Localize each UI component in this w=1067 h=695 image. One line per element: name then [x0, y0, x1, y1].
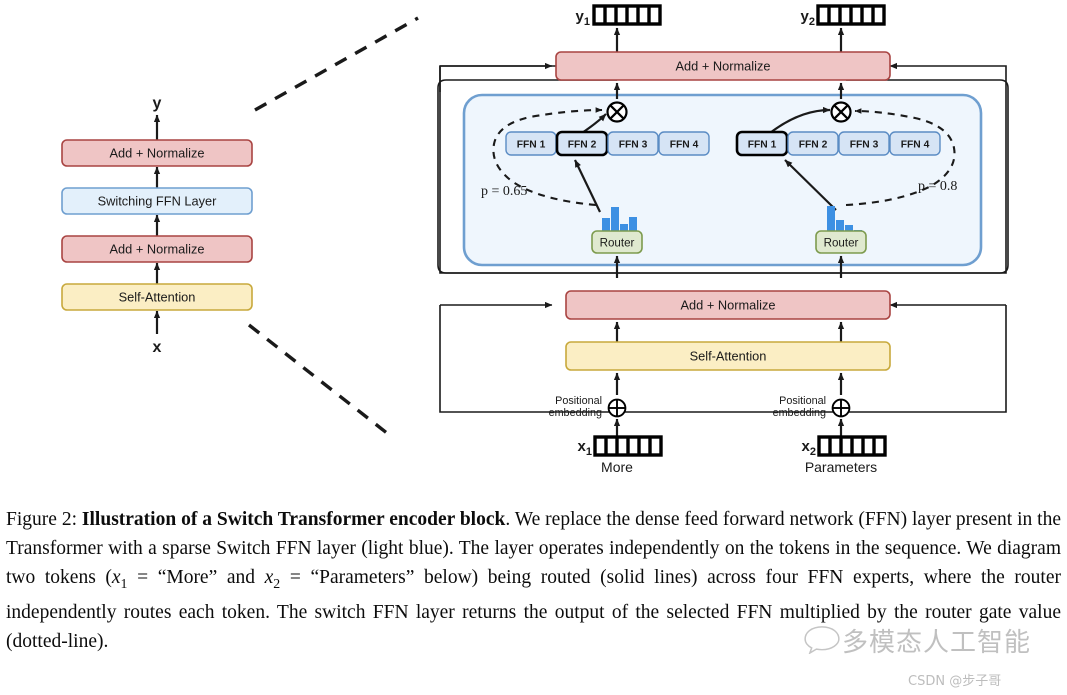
- figure-illustration: y Add + Normalize Switching FFN Layer Ad…: [0, 0, 1067, 500]
- col1-positional-embedding-line2: embedding: [549, 407, 602, 419]
- col1-positional-embedding-line1: Positional: [555, 395, 602, 407]
- col2-multiply-node: [830, 101, 852, 123]
- left-output-label: y: [153, 95, 162, 112]
- col2-expert-ffn-1-label: FFN 1: [748, 140, 777, 151]
- col1-gate-probability-label: p = 0.65: [481, 184, 527, 199]
- col2-positional-embedding-line2: embedding: [773, 407, 826, 419]
- figure-caption: Figure 2: Illustration of a Switch Trans…: [6, 505, 1061, 656]
- col1-expert-ffn-2-label: FFN 2: [568, 140, 597, 151]
- col1-histogram-bar-2: [611, 207, 619, 232]
- switch-transformer-diagram: y Add + Normalize Switching FFN Layer Ad…: [61, 4, 1009, 475]
- col1-expert-ffn-4-label: FFN 4: [670, 140, 699, 151]
- caption-math-x1: x1: [111, 567, 128, 591]
- output-token-label-1: y1: [576, 8, 590, 28]
- self-attention-label: Self-Attention: [690, 349, 767, 364]
- left-block-switching-ffn-label: Switching FFN Layer: [98, 194, 218, 209]
- input-token-word-2: Parameters: [805, 459, 877, 475]
- col2-experts: FFN 1 FFN 2 FFN 3 FFN 4: [735, 130, 941, 157]
- col1-expert-ffn-1-label: FFN 1: [517, 140, 546, 151]
- col1-positional-add-icon: [607, 398, 627, 418]
- caption-math-x2: x2: [264, 567, 281, 591]
- left-encoder-diagram: y Add + Normalize Switching FFN Layer Ad…: [61, 95, 253, 356]
- watermark-credit: CSDN @步子哥: [908, 674, 1002, 689]
- switch-ffn-panel: [462, 93, 983, 267]
- zoom-connector-lines: [247, 16, 419, 439]
- input-token-vector-1: [593, 435, 663, 457]
- output-token-vector-2: [816, 4, 886, 26]
- col2-router-label: Router: [824, 237, 859, 250]
- caption-figure-number: Figure 2:: [6, 509, 77, 530]
- output-token-vector-1: [592, 4, 662, 26]
- input-token-label-1: x1: [578, 438, 592, 458]
- col2-histogram-bar-1: [827, 206, 835, 232]
- right-switch-diagram: y1 y2 Add + Normalize FFN 1 FFN 2 FFN 3 …: [437, 4, 1009, 475]
- output-token-label-2: y2: [801, 8, 815, 28]
- left-block-add-normalize-bottom-label: Add + Normalize: [110, 242, 205, 257]
- caption-title: Illustration of a Switch Transformer enc…: [81, 509, 506, 530]
- col1-expert-ffn-3-label: FFN 3: [619, 140, 648, 151]
- col1-experts: FFN 1 FFN 2 FFN 3 FFN 4: [505, 130, 710, 157]
- bottom-add-normalize-label: Add + Normalize: [681, 298, 776, 313]
- col2-expert-ffn-2-label: FFN 2: [799, 140, 828, 151]
- zoom-connector-bottom: [247, 323, 394, 439]
- caption-body-part-2: = “More” and: [127, 567, 265, 588]
- col2-gate-probability-label: p = 0.8: [918, 179, 957, 194]
- col2-expert-ffn-3-label: FFN 3: [850, 140, 879, 151]
- input-token-vector-2: [817, 435, 887, 457]
- input-token-word-1: More: [601, 459, 633, 475]
- col2-expert-ffn-4-label: FFN 4: [901, 140, 930, 151]
- top-add-normalize-label: Add + Normalize: [676, 59, 771, 74]
- input-token-label-2: x2: [802, 438, 816, 458]
- col2-positional-embedding-line1: Positional: [779, 395, 826, 407]
- col1-multiply-node: [606, 101, 628, 123]
- left-block-add-normalize-top-label: Add + Normalize: [110, 146, 205, 161]
- col2-positional-add-icon: [831, 398, 851, 418]
- col1-router-label: Router: [600, 237, 635, 250]
- col1-histogram-bar-1: [602, 218, 610, 232]
- left-block-self-attention-label: Self-Attention: [119, 290, 196, 305]
- noop-1: [440, 66, 552, 92]
- left-input-label: x: [153, 339, 162, 356]
- zoom-connector-top: [254, 16, 419, 112]
- col1-histogram-bar-4: [629, 217, 637, 232]
